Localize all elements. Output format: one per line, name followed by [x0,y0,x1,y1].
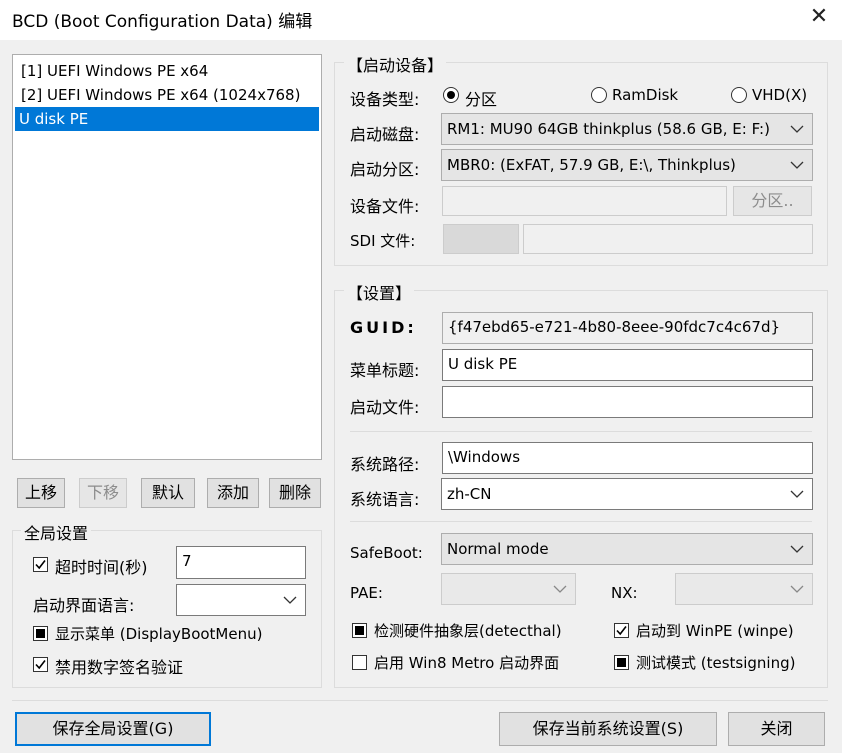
add-button[interactable]: 添加 [207,478,259,508]
timeout-label: 超时时间(秒) [55,558,148,577]
boot-file-input[interactable] [442,386,813,418]
testsigning-checkbox[interactable] [614,655,629,670]
boot-entry-list[interactable]: [1] UEFI Windows PE x64 [2] UEFI Windows… [12,54,322,460]
device-type-label: 设备类型: [350,90,420,109]
window-title: BCD (Boot Configuration Data) 编辑 [12,12,313,32]
close-button[interactable]: 关闭 [728,712,825,746]
chevron-down-icon [790,125,804,133]
chevron-down-icon [790,545,804,553]
display-menu-checkbox[interactable] [33,626,48,641]
delete-button[interactable]: 删除 [269,478,321,508]
save-global-button[interactable]: 保存全局设置(G) [15,712,211,746]
chevron-down-icon [553,585,567,593]
list-item[interactable]: [1] UEFI Windows PE x64 [13,59,321,83]
boot-file-label: 启动文件: [350,398,420,417]
device-file-input[interactable] [442,186,727,216]
safeboot-value: Normal mode [447,540,549,558]
metro-label: 启用 Win8 Metro 启动界面 [374,654,560,672]
nx-label: NX: [611,584,638,602]
boot-disk-select[interactable]: RM1: MU90 64GB thinkplus (58.6 GB, E: F:… [441,113,813,145]
save-current-button[interactable]: 保存当前系统设置(S) [499,712,717,746]
system-path-input[interactable]: \Windows [442,442,813,474]
chevron-down-icon [790,490,804,498]
system-path-label: 系统路径: [350,455,420,474]
timeout-input[interactable]: 7 [176,546,306,579]
display-menu-label: 显示菜单 (DisplayBootMenu) [55,625,263,643]
boot-partition-label: 启动分区: [350,160,420,179]
detecthal-checkbox[interactable] [352,623,367,638]
boot-partition-select[interactable]: MBR0: (ExFAT, 57.9 GB, E:\, Thinkplus) [441,149,813,181]
radio-ramdisk-label: RamDisk [612,86,679,104]
divider [350,521,812,522]
boot-lang-select[interactable] [176,584,306,616]
pae-select[interactable] [441,573,576,605]
sdi-drive-field [443,224,519,254]
boot-lang-label: 启动界面语言: [33,596,135,615]
guid-field[interactable]: {f47ebd65-e721-4b80-8eee-90fdc7c4c67d} [442,312,813,344]
testsigning-label: 测试模式 (testsigning) [636,654,796,672]
sdi-file-label: SDI 文件: [350,232,416,250]
disable-signature-label: 禁用数字签名验证 [55,658,184,677]
chevron-down-icon [283,596,297,604]
guid-label: GUID: [350,318,417,337]
checkmark-icon [35,660,46,670]
partition-button[interactable]: 分区.. [733,186,812,216]
safeboot-label: SafeBoot: [350,544,423,562]
pae-label: PAE: [350,584,383,602]
divider [350,431,812,432]
device-file-label: 设备文件: [350,197,420,216]
list-item-selected[interactable]: U disk PE [15,107,319,131]
chevron-down-icon [790,161,804,169]
boot-disk-label: 启动磁盘: [350,125,420,144]
boot-disk-value: RM1: MU90 64GB thinkplus (58.6 GB, E: F:… [447,120,770,138]
boot-device-title: 【启动设备】 [344,52,447,76]
disable-signature-checkbox[interactable] [33,657,48,672]
global-settings-title: 全局设置 [21,520,92,544]
checkmark-icon [616,626,627,636]
nx-select[interactable] [675,573,813,605]
move-down-button[interactable]: 下移 [79,478,127,508]
settings-title: 【设置】 [344,280,415,304]
detecthal-label: 检测硬件抽象层(detecthal) [374,622,562,640]
timeout-checkbox[interactable] [33,557,48,572]
safeboot-select[interactable]: Normal mode [441,533,813,565]
boot-partition-value: MBR0: (ExFAT, 57.9 GB, E:\, Thinkplus) [447,156,736,174]
metro-checkbox[interactable] [352,655,367,670]
close-icon[interactable]: ✕ [806,4,832,30]
menu-title-input[interactable]: U disk PE [442,349,813,381]
footer-divider [12,700,828,701]
system-lang-select[interactable]: zh-CN [441,478,813,510]
radio-ramdisk[interactable] [591,87,607,103]
radio-partition-label: 分区 [465,90,498,109]
winpe-checkbox[interactable] [614,623,629,638]
radio-vhd[interactable] [731,87,747,103]
radio-partition[interactable] [443,87,459,103]
checkmark-icon [35,560,46,570]
radio-vhd-label: VHD(X) [752,86,808,104]
move-up-button[interactable]: 上移 [17,478,65,508]
sdi-file-input[interactable] [523,224,813,254]
system-lang-value: zh-CN [447,485,492,503]
list-item[interactable]: [2] UEFI Windows PE x64 (1024x768) [13,83,321,107]
default-button[interactable]: 默认 [141,478,195,508]
system-lang-label: 系统语言: [350,490,420,509]
winpe-label: 启动到 WinPE (winpe) [636,622,794,640]
menu-title-label: 菜单标题: [350,361,420,380]
chevron-down-icon [790,585,804,593]
